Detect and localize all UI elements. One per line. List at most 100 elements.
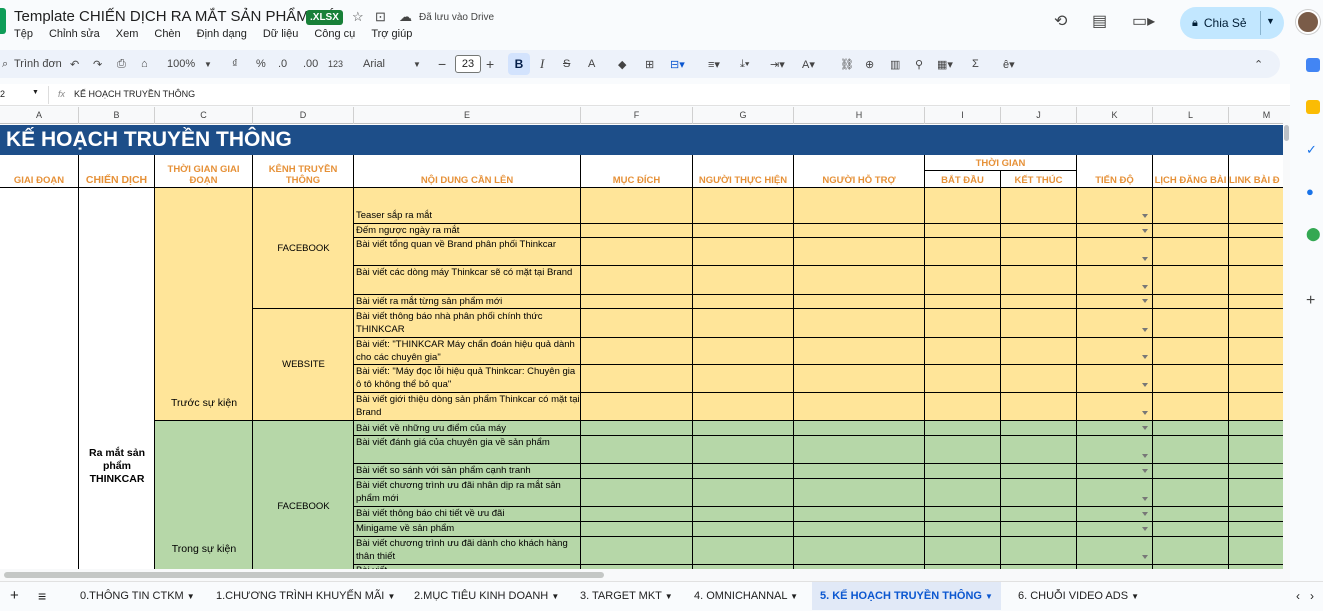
add-addon-icon[interactable]: + — [1306, 292, 1320, 309]
content-cell[interactable]: Đếm ngược ngày ra mắt — [354, 224, 581, 237]
header-thoi-gian-giai-doan[interactable]: THỜI GIAN GIAI ĐOẠN — [155, 155, 253, 188]
status-dropdown-icon[interactable] — [1142, 383, 1148, 387]
content-cell[interactable]: Bài viết về những ưu điểm của máy — [354, 422, 581, 435]
content-cell[interactable]: Minigame về sản phẩm — [354, 522, 581, 535]
status-dropdown-icon[interactable] — [1142, 257, 1148, 261]
status-dropdown-icon[interactable] — [1142, 512, 1148, 516]
history-icon[interactable]: ⟲ — [1054, 11, 1067, 31]
calendar-icon[interactable] — [1306, 58, 1320, 72]
column-header[interactable]: I — [925, 107, 1001, 124]
header-chien-dich[interactable]: CHIẾN DỊCH — [79, 155, 155, 188]
text-rotation-icon[interactable]: A▾ — [802, 50, 815, 78]
status-dropdown-icon[interactable] — [1142, 229, 1148, 233]
header-bat-dau[interactable]: BẮT ĐẦU — [925, 171, 1001, 188]
header-nguoi-thuc-hien[interactable]: NGƯỜI THỰC HIỆN — [693, 155, 794, 188]
text-wrap-icon[interactable]: ⇥▾ — [770, 50, 785, 78]
share-dropdown-icon[interactable]: ▼ — [1266, 16, 1275, 26]
bold-button[interactable]: B — [508, 53, 530, 75]
column-header[interactable]: K — [1077, 107, 1153, 124]
horizontal-scrollbar[interactable] — [0, 569, 1290, 581]
document-title[interactable]: Template CHIẾN DỊCH RA MẮT SẢN PHẨM MỚI — [14, 8, 342, 25]
status-dropdown-icon[interactable] — [1142, 411, 1148, 415]
tasks-icon[interactable]: ✓ — [1306, 142, 1320, 157]
zoom-select[interactable]: 100% — [167, 50, 195, 78]
filter-icon[interactable]: ⚲ — [915, 50, 923, 78]
borders-icon[interactable]: ⊞ — [645, 50, 654, 78]
input-tools-icon[interactable]: ê▾ — [1003, 50, 1015, 78]
column-header[interactable]: M — [1229, 107, 1283, 124]
column-header[interactable]: L — [1153, 107, 1229, 124]
menu-format[interactable]: Định dạng — [197, 28, 247, 40]
menu-file[interactable]: Tệp — [14, 28, 33, 40]
column-header[interactable]: H — [794, 107, 925, 124]
insert-link-icon[interactable]: ⛓ — [840, 50, 854, 78]
content-cell[interactable]: Bài viết thông báo nhà phân phối chính t… — [354, 310, 581, 336]
content-cell[interactable]: Bài viết so sánh với sản phẩm cạnh tranh — [354, 464, 581, 477]
content-cell[interactable]: Teaser sắp ra mắt — [354, 209, 581, 222]
scroll-right-icon[interactable]: › — [1310, 582, 1314, 610]
move-folder-icon[interactable]: ⊡ — [375, 9, 386, 25]
status-dropdown-icon[interactable] — [1142, 214, 1148, 218]
share-button[interactable]: 🔒︎ Chia Sẻ ▼ — [1180, 7, 1284, 39]
content-cell[interactable]: Bài viết các dòng máy Thinkcar sẽ có mặt… — [354, 266, 581, 279]
content-cell[interactable]: Bài viết tổng quan về Brand phân phối Th… — [354, 238, 581, 251]
column-header[interactable]: E — [354, 107, 581, 124]
strikethrough-button[interactable]: S — [563, 50, 570, 78]
formula-input[interactable]: KẾ HOẠCH TRUYỀN THÔNG — [74, 89, 195, 99]
content-cell[interactable]: Bài viết: "THINKCAR Máy chẩn đoán hiệu q… — [354, 338, 581, 364]
decrease-decimal-button[interactable]: .0 — [278, 50, 287, 78]
name-box-dropdown-icon[interactable]: ▼ — [32, 89, 39, 96]
avatar[interactable] — [1296, 10, 1320, 34]
zoom-dropdown-icon[interactable]: ▼ — [204, 50, 212, 78]
header-tien-do[interactable]: TIẾN ĐỘ — [1077, 155, 1153, 188]
menu-edit[interactable]: Chỉnh sửa — [49, 28, 100, 40]
column-header[interactable]: F — [581, 107, 693, 124]
font-select[interactable]: Arial — [363, 50, 385, 78]
currency-format-button[interactable]: ₫ — [232, 50, 238, 78]
meet-icon[interactable]: ▭▸ — [1132, 11, 1155, 31]
sheet-tab[interactable]: 3. TARGET MKT ▼ — [580, 582, 673, 610]
number-format-button[interactable]: 123 — [328, 50, 343, 78]
channel-facebook-cell[interactable]: FACEBOOK — [253, 188, 354, 308]
status-dropdown-icon[interactable] — [1142, 285, 1148, 289]
column-header[interactable]: J — [1001, 107, 1077, 124]
undo-icon[interactable]: ↶ — [70, 50, 79, 78]
maps-icon[interactable]: ⬤ — [1306, 226, 1321, 241]
sheet-tab[interactable]: 6. CHUỖI VIDEO ADS ▼ — [1018, 582, 1139, 610]
header-thoi-gian[interactable]: THỜI GIAN — [925, 155, 1077, 171]
column-header[interactable]: D — [253, 107, 354, 124]
vertical-scrollbar[interactable] — [1283, 107, 1290, 569]
status-dropdown-icon[interactable] — [1142, 469, 1148, 473]
content-cell[interactable]: Bài viết giới thiệu dòng sản phẩm Thinkc… — [354, 393, 581, 419]
scrollbar-thumb[interactable] — [4, 572, 604, 578]
keep-icon[interactable] — [1306, 100, 1320, 114]
status-dropdown-icon[interactable] — [1142, 299, 1148, 303]
content-cell[interactable]: Bài viết đánh giá của chuyên gia về sản … — [354, 436, 581, 449]
content-cell[interactable]: Bài viết thông báo chi tiết về ưu đãi — [354, 507, 581, 520]
status-dropdown-icon[interactable] — [1142, 355, 1148, 359]
fill-color-icon[interactable]: ◆ — [618, 50, 626, 78]
functions-button[interactable]: Σ — [972, 50, 979, 78]
search-menus-input[interactable]: Trình đơn — [14, 50, 62, 78]
channel-website-cell[interactable]: WEBSITE — [253, 308, 354, 421]
channel-facebook-cell[interactable]: FACEBOOK — [253, 421, 354, 569]
sheet-tab[interactable]: 1.CHƯƠNG TRÌNH KHUYẾN MÃI ▼ — [216, 582, 395, 610]
search-menus-icon[interactable]: ⌕ — [2, 50, 8, 78]
insert-chart-icon[interactable]: ▥ — [890, 50, 900, 78]
header-noi-dung[interactable]: NỘI DUNG CẦN LÊN — [354, 155, 581, 188]
phase2-cell[interactable]: Trong sự kiện — [155, 421, 253, 569]
header-link-bai[interactable]: LINK BÀI Đ — [1229, 155, 1283, 188]
column-header[interactable]: G — [693, 107, 794, 124]
scroll-left-icon[interactable]: ‹ — [1296, 582, 1300, 610]
font-size-increase-icon[interactable]: + — [486, 50, 494, 78]
name-box[interactable]: 2 — [0, 89, 5, 99]
sheet-tab[interactable]: 2.MỤC TIÊU KINH DOANH ▼ — [414, 582, 559, 610]
content-cell[interactable]: Bài viết chương trình ưu đãi dành cho kh… — [354, 537, 581, 563]
header-ket-thuc[interactable]: KẾT THÚC — [1001, 171, 1077, 188]
menu-tools[interactable]: Công cụ — [314, 28, 355, 40]
print-icon[interactable]: ⎙ — [117, 50, 126, 78]
font-dropdown-icon[interactable]: ▼ — [413, 50, 421, 78]
header-nguoi-ho-tro[interactable]: NGƯỜI HỖ TRỢ — [794, 155, 925, 188]
filter-views-icon[interactable]: ▦▾ — [937, 50, 953, 78]
sheet-banner-title[interactable]: KẾ HOẠCH TRUYỀN THÔNG — [0, 125, 1283, 155]
